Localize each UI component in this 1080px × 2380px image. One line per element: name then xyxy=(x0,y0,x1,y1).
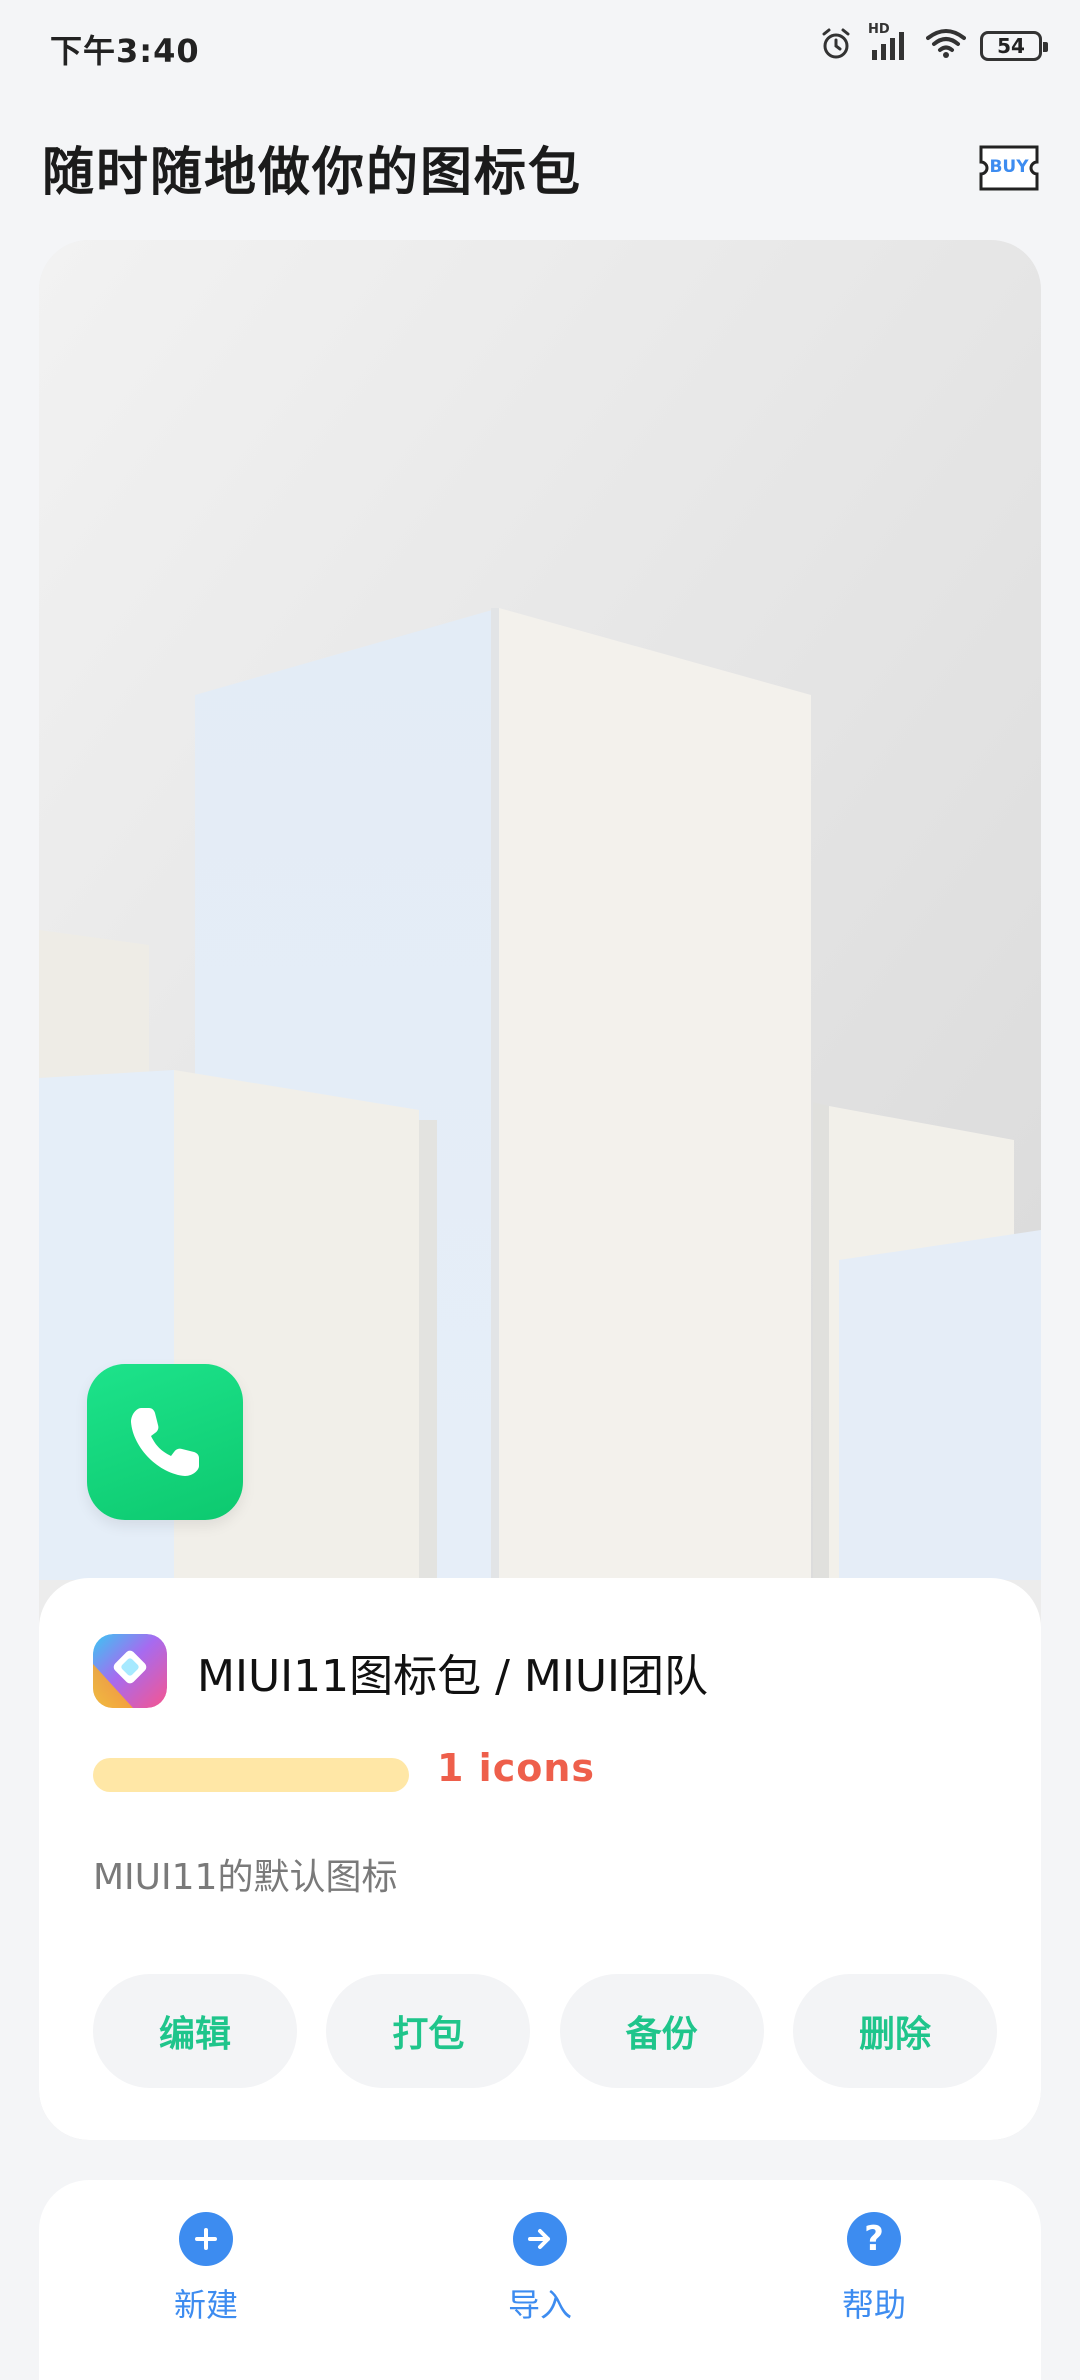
edit-button[interactable]: 编辑 xyxy=(93,1974,297,2088)
icon-count: 1 icons xyxy=(437,1746,595,1790)
alarm-icon xyxy=(818,26,854,66)
phone-icon-preview[interactable] xyxy=(87,1364,243,1520)
help-label: 帮助 xyxy=(841,2286,906,2324)
status-time: 下午3:40 xyxy=(50,32,200,70)
new-button[interactable]: 新建 xyxy=(126,2212,286,2326)
progress-bar xyxy=(93,1758,409,1792)
page-title: 随时随地做你的图标包 xyxy=(42,143,583,203)
icon-pack-info: MIUI11图标包 / MIUI团队 1 icons MIUI11的默认图标 编… xyxy=(39,1578,1041,2140)
buy-label: BUY xyxy=(989,157,1029,177)
wifi-icon xyxy=(926,28,966,64)
status-bar: 下午3:40 HD 54 xyxy=(0,0,1080,90)
network-badge: HD xyxy=(868,22,890,37)
new-label: 新建 xyxy=(173,2286,238,2324)
import-label: 导入 xyxy=(507,2286,572,2324)
delete-button[interactable]: 删除 xyxy=(792,1974,997,2088)
plus-icon xyxy=(179,2212,233,2266)
status-icons: HD 54 xyxy=(818,22,1048,70)
icon-pack-card[interactable]: MIUI11图标包 / MIUI团队 1 icons MIUI11的默认图标 编… xyxy=(39,240,1041,2140)
package-button[interactable]: 打包 xyxy=(326,1974,531,2088)
backup-button[interactable]: 备份 xyxy=(559,1974,764,2088)
battery-level: 54 xyxy=(997,34,1025,58)
phone-icon xyxy=(131,1408,199,1476)
buy-button[interactable]: BUY xyxy=(978,144,1040,192)
pack-description: MIUI11的默认图标 xyxy=(93,1857,398,1898)
pack-title: MIUI11图标包 / MIUI团队 xyxy=(197,1651,709,1702)
pack-logo-icon xyxy=(93,1634,167,1708)
signal-icon: HD xyxy=(868,22,912,66)
battery-icon: 54 xyxy=(980,31,1048,61)
arrow-right-icon xyxy=(513,2212,567,2266)
question-icon: ? xyxy=(847,2212,901,2266)
import-button[interactable]: 导入 xyxy=(460,2212,620,2326)
help-button[interactable]: ? 帮助 xyxy=(794,2212,954,2326)
bottom-action-bar: 新建 导入 ? 帮助 xyxy=(39,2180,1041,2380)
action-buttons: 编辑 打包 备份 删除 xyxy=(93,1974,997,2088)
